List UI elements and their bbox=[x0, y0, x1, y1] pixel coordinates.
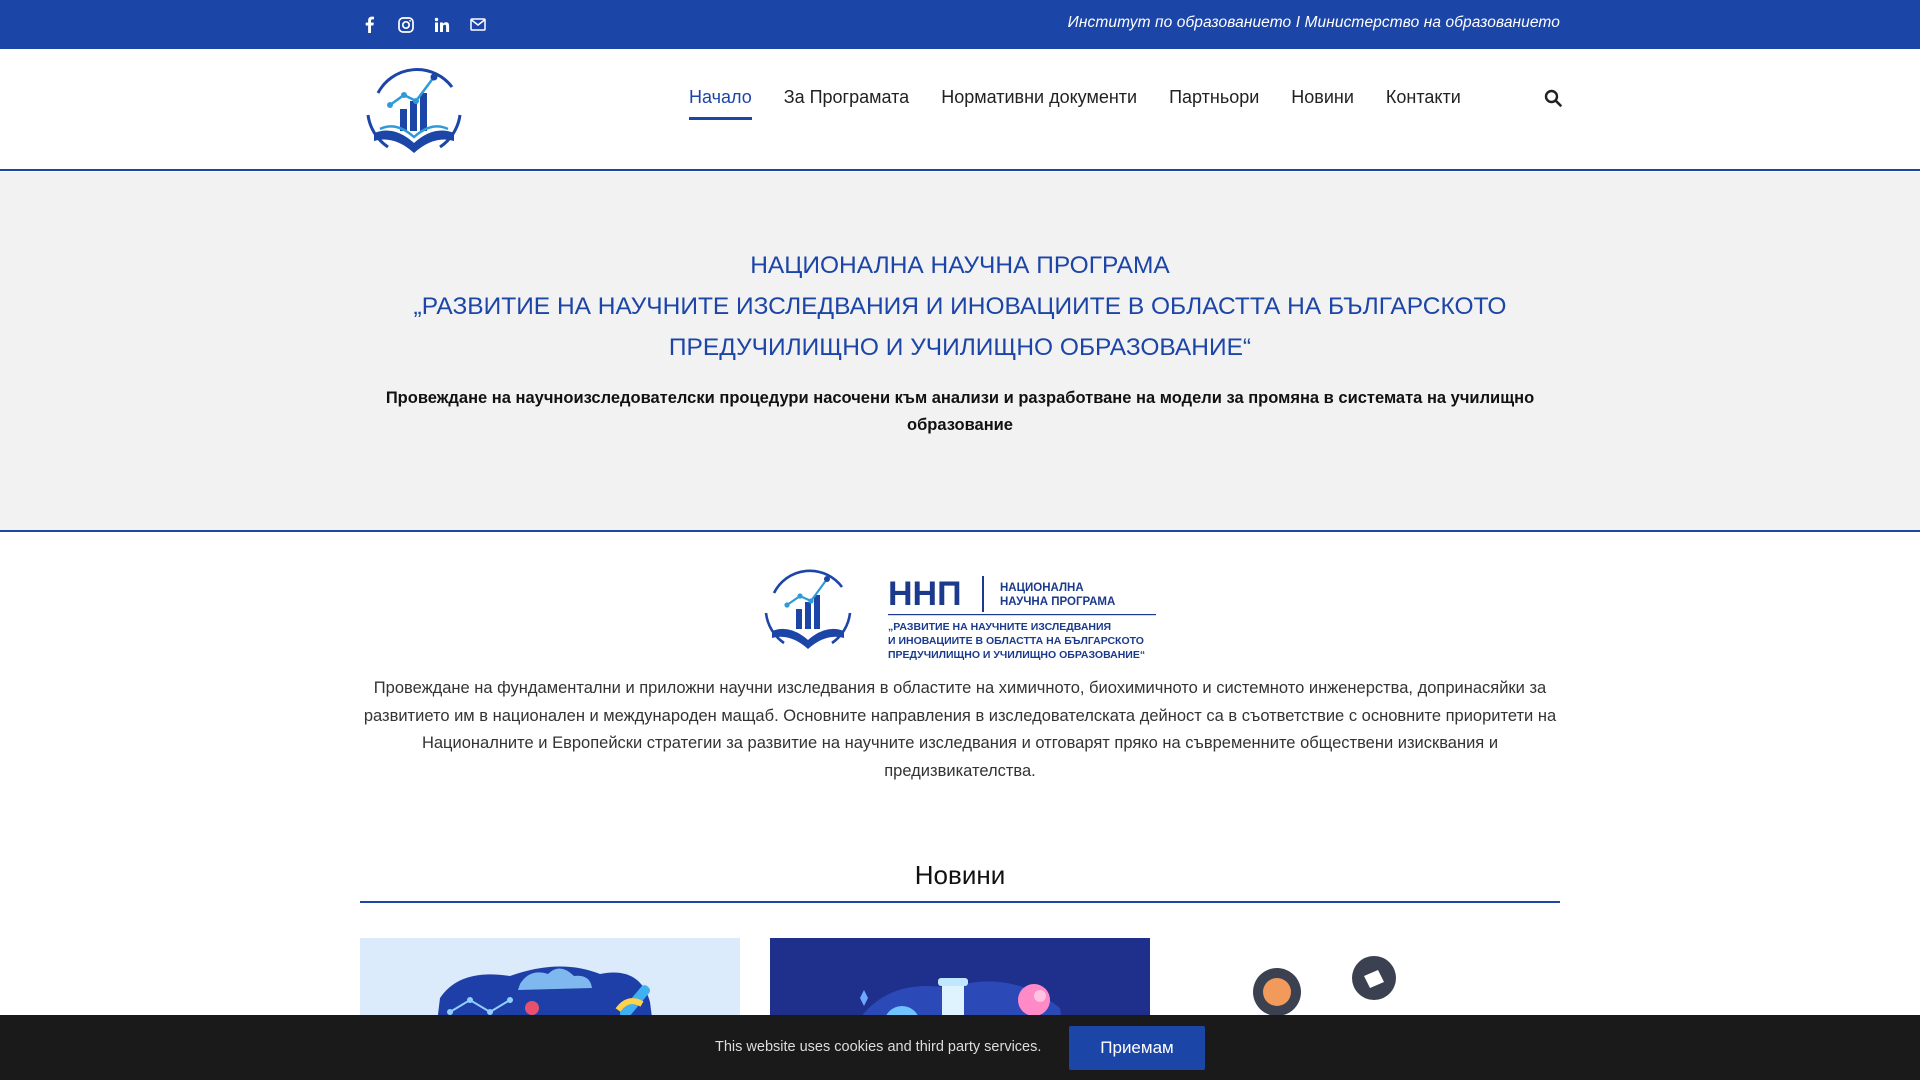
hero-section: НАЦИОНАЛНА НАУЧНА ПРОГРАМА „РАЗВИТИЕ НА … bbox=[0, 172, 1920, 532]
news-heading: Новини bbox=[914, 860, 1006, 890]
banner-abbr: ННП bbox=[888, 575, 962, 613]
accept-cookies-button[interactable]: Приемам bbox=[1069, 1026, 1205, 1070]
instagram-icon[interactable] bbox=[396, 15, 415, 34]
social-links bbox=[360, 15, 487, 34]
nav-item-contacts[interactable]: Контакти bbox=[1386, 87, 1461, 108]
cookie-bar: This website uses cookies and third part… bbox=[0, 1015, 1920, 1080]
hero-title-line: НАЦИОНАЛНА НАУЧНА ПРОГРАМА bbox=[750, 252, 1170, 279]
nav-item-about-program[interactable]: За Програмата bbox=[784, 87, 909, 108]
main-nav: Начало За Програмата Нормативни документ… bbox=[689, 87, 1562, 120]
hero-title: НАЦИОНАЛНА НАУЧНА ПРОГРАМА „РАЗВИТИЕ НА … bbox=[360, 245, 1560, 368]
nav-item-news[interactable]: Новини bbox=[1291, 87, 1354, 108]
linkedin-icon[interactable] bbox=[432, 15, 451, 34]
hero-subtitle: Провеждане на научноизследователски проц… bbox=[385, 389, 1535, 434]
nav-item-regulations[interactable]: Нормативни документи bbox=[941, 87, 1137, 108]
banner-text-line: „РАЗВИТИЕ НА НАУЧНИТЕ ИЗСЛЕДВАНИЯ bbox=[888, 621, 1111, 633]
nav-item-partners[interactable]: Партньори bbox=[1169, 87, 1259, 108]
search-icon[interactable] bbox=[1544, 89, 1564, 109]
nav-item-home[interactable]: Начало bbox=[689, 87, 752, 120]
top-bar: Институт по образованието I Министерство… bbox=[0, 0, 1920, 49]
banner-text-line: НАУЧНА ПРОГРАМА bbox=[1000, 596, 1115, 608]
program-banner[interactable]: ННП НАЦИОНАЛНА НАУЧНА ПРОГРАМА „РАЗВИТИЕ… bbox=[760, 563, 1160, 667]
institution-link[interactable]: Институт по образованието I Министерство… bbox=[1068, 14, 1560, 32]
banner-logo-icon bbox=[764, 569, 852, 649]
hero-title-line: ПРЕДУЧИЛИЩНО И УЧИЛИЩНО ОБРАЗОВАНИЕ“ bbox=[668, 334, 1252, 361]
hero-title-line: „РАЗВИТИЕ НА НАУЧНИТЕ ИЗСЛЕДВАНИЯ И ИНОВ… bbox=[413, 293, 1507, 320]
banner-text-line: И ИНОВАЦИИТЕ В ОБЛАСТТА НА БЪЛГАРСКОТО bbox=[888, 635, 1144, 647]
news-divider bbox=[360, 901, 1560, 903]
banner-text-line: ПРЕДУЧИЛИЩНО И УЧИЛИЩНО ОБРАЗОВАНИЕ“ bbox=[888, 649, 1145, 661]
mail-icon[interactable] bbox=[468, 15, 487, 34]
banner-text-line: НАЦИОНАЛНА bbox=[1000, 582, 1084, 594]
site-header: Начало За Програмата Нормативни документ… bbox=[0, 49, 1920, 171]
facebook-icon[interactable] bbox=[360, 15, 379, 34]
cookie-message: This website uses cookies and third part… bbox=[715, 1039, 1042, 1055]
program-description: Провеждане на фундаментални и приложни н… bbox=[363, 679, 1557, 780]
site-logo[interactable] bbox=[360, 59, 468, 159]
